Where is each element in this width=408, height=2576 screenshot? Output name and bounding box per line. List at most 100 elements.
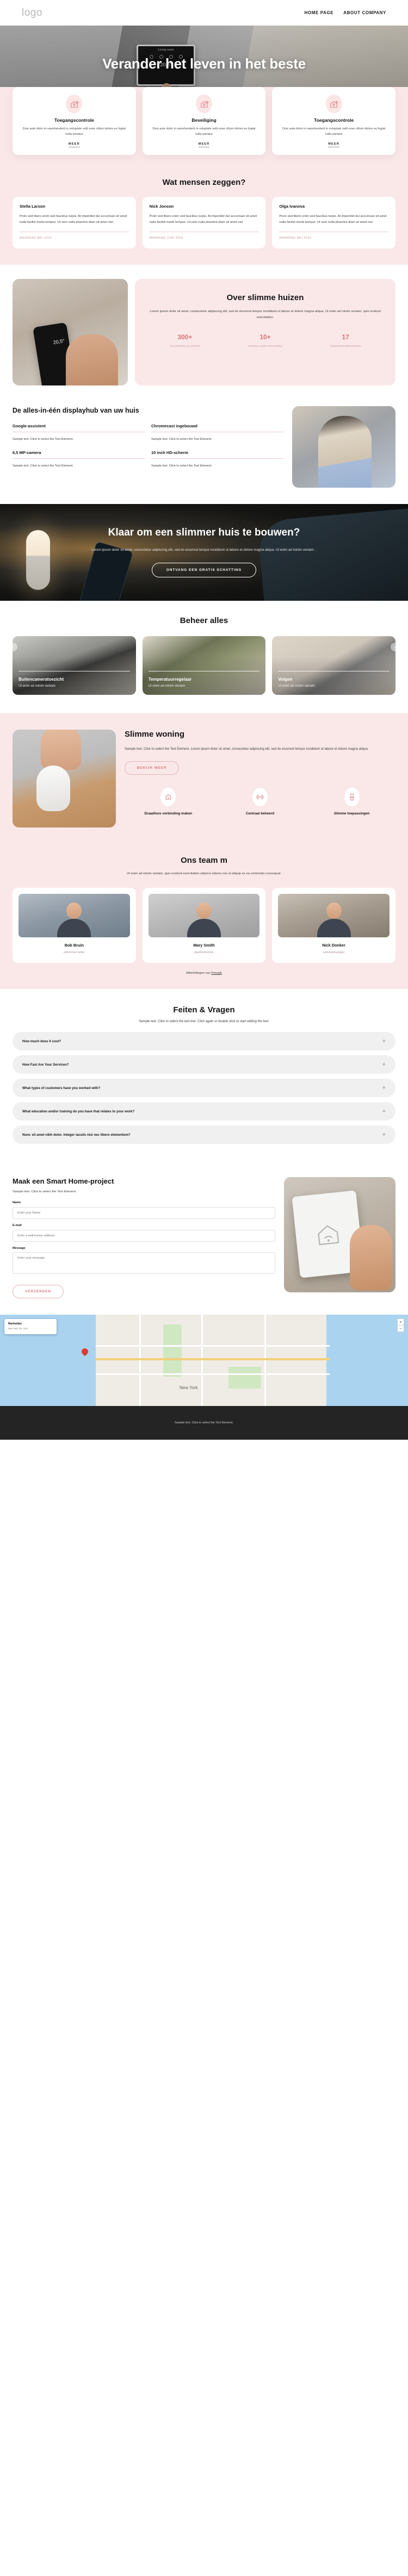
form-field-name: Name <box>13 1201 275 1219</box>
hand-image <box>66 334 118 385</box>
cta-button[interactable]: ONTVANG EEN GRATIS SCHATTING <box>151 563 257 578</box>
gallery-card[interactable]: Temperatuurregelaar Ut enim ad minim ven… <box>142 636 266 695</box>
form-field-message: Message <box>13 1247 275 1277</box>
plus-icon[interactable]: + <box>382 1108 386 1115</box>
smart-home-image <box>13 729 116 827</box>
name-input[interactable] <box>13 1207 275 1219</box>
hub-feature: Chromecast ingebouwd Sample text. Click … <box>151 424 283 442</box>
map-card-title: Manhattan <box>8 1322 22 1326</box>
hub-feature: 6,5 MP-camera Sample text. Click to sele… <box>13 450 145 469</box>
image-credit-prefix: Afbeeldingen van <box>186 972 212 975</box>
page-root: logo HOME PAGE ABOUT COMPANY Living room… <box>0 0 408 1440</box>
feature-card-more-link[interactable]: MEER <box>328 142 340 147</box>
message-label: Message <box>13 1247 26 1250</box>
hub-feature-title: 6,5 MP-camera <box>13 450 41 455</box>
stat-label: TEVREDEN KLANTEN <box>170 345 200 349</box>
hub-feature-text: Sample text. Click to select the Text El… <box>151 438 212 441</box>
hub-image <box>292 406 395 488</box>
zoom-out-button[interactable]: − <box>397 1325 404 1333</box>
team-member-name: Mary Smith <box>193 943 215 948</box>
hub-feature-grid: Google-assistent Sample text. Click to s… <box>13 424 283 469</box>
feature-card-more-link[interactable]: MEER <box>198 142 210 147</box>
contact-subtitle: Sample text. Click to select the Text El… <box>13 1190 77 1194</box>
map-city-label: New York <box>180 1385 198 1391</box>
hub-feature-text: Sample text. Click to select the Text El… <box>13 464 73 468</box>
avatar <box>148 894 260 938</box>
map-section[interactable]: New York Manhattan New York, NY, USA + − <box>0 1315 408 1407</box>
feature-card[interactable]: Toegangscontrole Duis aute dolor in repr… <box>272 87 396 155</box>
team-subtitle: Ut enim ad minim veniam, quis nostrud ex… <box>126 872 282 875</box>
chevron-left-icon[interactable]: ‹ <box>9 642 17 651</box>
plus-icon[interactable]: + <box>382 1131 386 1138</box>
faq-item[interactable]: What types of customers have you worked … <box>13 1079 395 1098</box>
name-label: Name <box>13 1201 21 1205</box>
person-image <box>318 415 372 488</box>
map-zoom-controls: + − <box>397 1318 404 1333</box>
feature-card-text: Duis aute dolor in reprehenderit in volu… <box>282 127 386 136</box>
avatar <box>278 894 390 938</box>
features-section: Toegangscontrole Duis aute dolor in repr… <box>0 87 408 168</box>
hub-feature-title: 10 inch HD-scherm <box>151 450 188 455</box>
benefit-item: Draadloos verbinding maken <box>125 787 212 817</box>
map-info-card[interactable]: Manhattan New York, NY, USA <box>4 1319 57 1334</box>
faq-question: Nunc sit amet nibh dolor. Integer iaculi… <box>22 1133 131 1137</box>
feature-card[interactable]: Toegangscontrole Duis aute dolor in repr… <box>13 87 136 155</box>
logo[interactable]: logo <box>22 7 42 19</box>
testimonial-date: MAANDAG JUNI 2024 <box>149 236 183 240</box>
form-field-email: E-mail <box>13 1224 275 1242</box>
feature-card[interactable]: Beveiliging Duis aute dolor in reprehend… <box>142 87 266 155</box>
nav-item-home-page[interactable]: HOME PAGE <box>305 10 334 15</box>
testimonial-card: Stella Larson Proin sed libero enim sed … <box>13 196 136 248</box>
hub-feature: 10 inch HD-scherm Sample text. Click to … <box>151 450 283 469</box>
stat-number: 10+ <box>259 333 271 341</box>
faq-item[interactable]: How much does it cost? + <box>13 1032 395 1051</box>
cta-text: Lorem ipsum dolor sit amet, consectetur … <box>91 548 317 552</box>
hub-section: De alles-in-één displayhub van uw huis G… <box>0 401 408 504</box>
gallery-card[interactable]: Buitencameratoezicht Ut enim ad minim ve… <box>13 636 136 695</box>
team-section: Ons team m Ut enim ad minim veniam, quis… <box>0 845 408 990</box>
chevron-right-icon[interactable]: › <box>391 642 399 651</box>
image-credit-link[interactable]: Freepik <box>212 972 222 975</box>
faq-item[interactable]: How Fast Are Your Services? + <box>13 1055 395 1074</box>
smart-home-text: Sample text. Click to select the Text El… <box>125 747 369 751</box>
site-footer: Sample text. Click to select the Text El… <box>0 1406 408 1440</box>
testimonial-text: Proin sed libero enim sed faucibus turpi… <box>149 214 257 224</box>
smart-home-icon <box>66 95 83 113</box>
cta-content: Klaar om een slimmer huis te bouwen? Lor… <box>59 527 349 578</box>
gallery-card-title: Buitencameratoezicht <box>18 676 64 682</box>
faq-section: Feiten & Vragen Sample text. Click to se… <box>0 989 408 1168</box>
stat-item: 17 ONDERSCHEIDINGEN <box>305 333 386 349</box>
hub-feature-text: Sample text. Click to select the Text El… <box>151 464 212 468</box>
nav-item-about-company[interactable]: ABOUT COMPANY <box>343 10 386 15</box>
hub-feature-text: Sample text. Click to select the Text El… <box>13 438 73 441</box>
hub-title: De alles-in-één displayhub van uw huis <box>13 406 139 414</box>
contact-image <box>284 1177 395 1293</box>
panel-room-label: Living room <box>158 48 174 52</box>
team-member-card: Nick Donker verkoopmanager <box>272 888 396 963</box>
plus-icon[interactable]: + <box>382 1085 386 1091</box>
message-input[interactable] <box>13 1252 275 1274</box>
faq-item[interactable]: Nunc sit amet nibh dolor. Integer iaculi… <box>13 1125 395 1144</box>
map-road <box>96 1345 330 1347</box>
map-road <box>139 1315 141 1407</box>
email-input[interactable] <box>13 1230 275 1242</box>
hero-title: Verander het leven in het beste <box>102 55 306 72</box>
stat-item: 10+ JARENLANGE ERVARING <box>225 333 306 349</box>
team-title: Ons team m <box>181 855 227 865</box>
team-member-card: Mary Smith klantbeheerder <box>142 888 266 963</box>
feature-card-more-link[interactable]: MEER <box>68 142 80 147</box>
view-more-button[interactable]: BEKIJK MEER <box>125 761 180 775</box>
plus-icon[interactable]: + <box>382 1061 386 1068</box>
testimonial-name: Nick Jonson <box>149 203 174 209</box>
faq-title: Feiten & Vragen <box>173 1005 235 1015</box>
submit-button[interactable]: VERZENDEN <box>13 1285 64 1299</box>
gallery-card-text: Ut enim ad minim veniam <box>278 684 316 688</box>
testimonial-name: Stella Larson <box>20 203 46 209</box>
faq-item[interactable]: What education and/or training do you ha… <box>13 1102 395 1121</box>
gallery-card[interactable]: Volgen Ut enim ad minim veniam <box>272 636 396 695</box>
plus-icon[interactable]: + <box>382 1038 386 1044</box>
testimonial-date: MAANDAG MEI 2024 <box>279 236 312 240</box>
gallery-card-text: Ut enim ad minim veniam <box>148 684 186 688</box>
main-nav: HOME PAGE ABOUT COMPANY <box>305 10 386 15</box>
testimonials-section: Wat mensen zeggen? Stella Larson Proin s… <box>0 167 408 265</box>
